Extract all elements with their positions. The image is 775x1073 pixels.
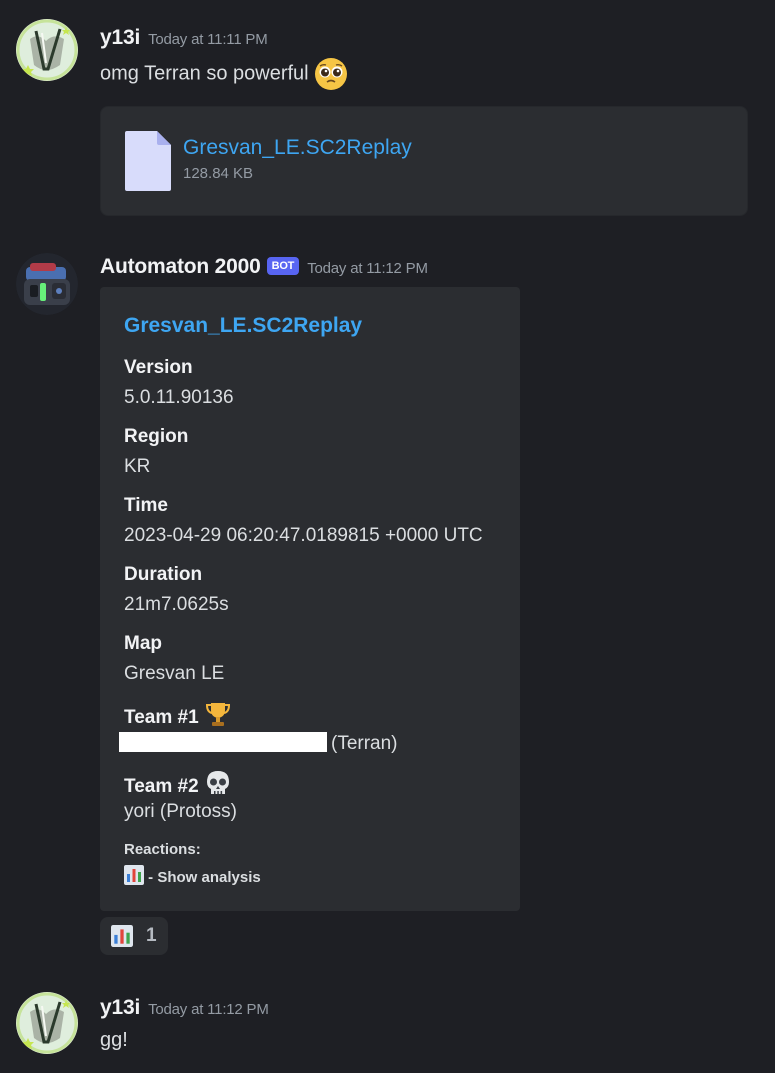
user-avatar-icon — [16, 992, 78, 1054]
skull-icon — [206, 771, 229, 794]
trophy-icon — [205, 703, 230, 726]
avatar[interactable] — [16, 253, 78, 315]
field-time-value: 2023-04-29 06:20:47.0189815 +0000 UTC — [124, 525, 483, 546]
field-team2-value: yori (Protoss) — [124, 801, 237, 822]
file-name-link[interactable]: Gresvan_LE.SC2Replay — [183, 136, 412, 160]
redacted-player-name — [119, 732, 327, 752]
field-version-value: 5.0.11.90136 — [124, 387, 234, 408]
field-team2-name-row: Team #2 — [124, 769, 232, 798]
field-team1-name-row: Team #1 — [124, 700, 232, 729]
author-name[interactable]: y13i Today at 11:12 PM — [100, 996, 269, 1020]
field-version-name: Version — [124, 357, 193, 378]
reaction-count: 1 — [146, 925, 157, 946]
embed-footer-label: Reactions: — [124, 841, 201, 858]
message-text: gg! — [100, 1029, 128, 1051]
message-text: omg Terran so powerful — [100, 57, 348, 91]
field-region-name: Region — [124, 426, 189, 447]
author-name[interactable]: y13i Today at 11:11 PM — [100, 26, 268, 50]
bot-badge: BOT — [266, 257, 300, 275]
timestamp: Today at 11:11 PM — [148, 31, 268, 48]
avatar[interactable] — [16, 992, 78, 1054]
field-team1-value-row: (Terran) — [119, 732, 398, 755]
footer-analysis-text: - Show analysis — [144, 869, 261, 886]
file-icon — [125, 131, 171, 191]
field-team2-name: Team #2 — [124, 776, 199, 797]
field-duration-value: 21m7.0625s — [124, 594, 229, 615]
file-attachment[interactable]: Gresvan_LE.SC2Replay 128.84 KB — [100, 106, 748, 216]
bar-chart-icon — [111, 925, 133, 947]
timestamp: Today at 11:12 PM — [307, 260, 428, 277]
robot-avatar-icon — [16, 253, 78, 315]
embed-title-link[interactable]: Gresvan_LE.SC2Replay — [124, 314, 362, 338]
avatar[interactable] — [16, 19, 78, 81]
file-size: 128.84 KB — [183, 165, 254, 182]
author-label[interactable]: y13i — [100, 996, 140, 1019]
field-team1-name: Team #1 — [124, 707, 199, 728]
bar-chart-icon — [124, 865, 144, 885]
author-label[interactable]: Automaton 2000 — [100, 255, 261, 278]
field-map-name: Map — [124, 633, 162, 654]
reaction-bar-chart[interactable]: 1 — [100, 917, 168, 955]
timestamp: Today at 11:12 PM — [148, 1001, 269, 1018]
field-duration-name: Duration — [124, 564, 203, 585]
author-name[interactable]: Automaton 2000 BOT Today at 11:12 PM — [100, 255, 428, 279]
pleading-face-icon — [315, 58, 348, 90]
user-avatar-icon — [16, 19, 78, 81]
field-region-value: KR — [124, 456, 151, 477]
embed-footer-line: - Show analysis — [124, 865, 261, 886]
replay-embed: Gresvan_LE.SC2Replay Version 5.0.11.9013… — [100, 287, 520, 911]
field-team1-value: (Terran) — [331, 733, 398, 754]
author-label[interactable]: y13i — [100, 26, 140, 49]
message-body: omg Terran so powerful — [100, 62, 309, 85]
field-map-value: Gresvan LE — [124, 663, 225, 684]
field-time-name: Time — [124, 495, 169, 516]
